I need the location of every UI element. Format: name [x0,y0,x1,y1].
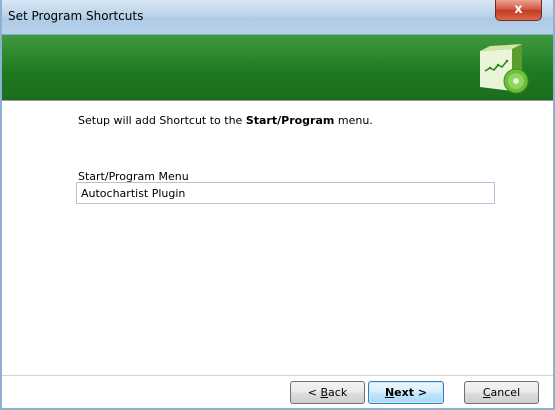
cancel-mnemonic: C [482,386,491,399]
footer-divider [2,375,553,376]
next-button[interactable]: Next > [368,381,444,404]
back-mnemonic: B [320,386,329,399]
close-icon: x [514,2,523,17]
back-button[interactable]: < Back [290,381,365,404]
intro-text: Setup will add Shortcut to the Start/Pro… [78,114,373,127]
intro-prefix: Setup will add Shortcut to the [78,114,246,127]
back-rest: ack [328,386,348,399]
installer-window: Set Program Shortcuts x Setup will add S… [0,0,555,410]
header-banner [2,35,553,101]
window-title: Set Program Shortcuts [8,9,144,23]
next-rest: ext > [394,386,428,399]
software-box-icon [480,44,529,94]
close-button[interactable]: x [495,0,542,21]
title-bar[interactable]: Set Program Shortcuts x [2,0,553,35]
next-mnemonic: N [384,386,395,399]
cancel-rest: ancel [490,386,521,399]
menu-name-input[interactable] [76,182,495,204]
back-prefix: < [307,386,321,399]
intro-suffix: menu. [334,114,373,127]
intro-bold: Start/Program [245,114,335,127]
cancel-button[interactable]: Cancel [464,381,539,404]
